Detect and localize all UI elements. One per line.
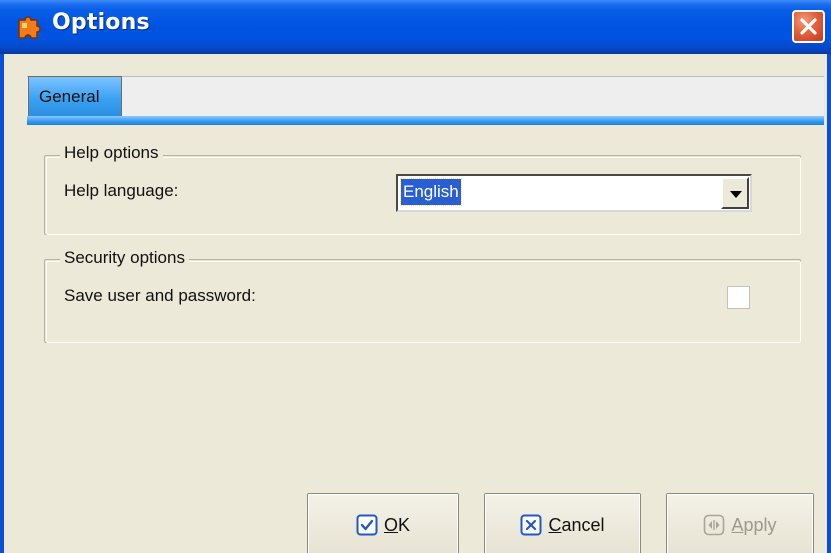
apply-mnemonic: A xyxy=(731,514,744,535)
cancel-mnemonic: C xyxy=(548,514,562,535)
security-options-title: Security options xyxy=(60,248,189,268)
help-language-select[interactable]: English xyxy=(396,174,752,212)
apply-button[interactable]: Apply xyxy=(666,493,814,553)
tab-underline xyxy=(27,116,824,125)
cancel-button-content: Cancel xyxy=(485,514,640,536)
help-language-value: English xyxy=(400,178,462,206)
help-options-title: Help options xyxy=(60,143,163,163)
cancel-button[interactable]: Cancel xyxy=(484,493,641,553)
x-icon xyxy=(520,514,542,536)
options-dialog: Options General Help options Help langua… xyxy=(0,0,831,553)
tab-strip xyxy=(27,76,824,118)
cancel-label: ancel xyxy=(561,514,605,535)
window-frame-right xyxy=(827,54,831,553)
save-credentials-checkbox[interactable] xyxy=(727,286,750,309)
tab-general-label: General xyxy=(39,87,100,106)
help-language-label: Help language: xyxy=(64,181,179,200)
close-button[interactable] xyxy=(792,10,825,43)
title-bar[interactable]: Options xyxy=(0,0,831,54)
apply-label: pply xyxy=(743,514,777,535)
apply-icon xyxy=(704,514,725,536)
tab-general[interactable]: General xyxy=(28,76,122,117)
window-frame-left xyxy=(0,54,4,553)
check-icon xyxy=(356,514,378,536)
ok-mnemonic: O xyxy=(383,514,398,535)
save-credentials-label: Save user and password: xyxy=(64,286,256,305)
close-icon xyxy=(800,18,817,35)
ok-button-content: OK xyxy=(308,514,458,536)
chevron-down-icon xyxy=(730,191,742,198)
puzzle-icon xyxy=(18,16,41,39)
ok-button[interactable]: OK xyxy=(307,493,459,553)
dropdown-button[interactable] xyxy=(721,177,749,209)
window-title: Options xyxy=(52,10,150,35)
apply-button-content: Apply xyxy=(667,514,813,536)
ok-label: K xyxy=(398,514,411,535)
